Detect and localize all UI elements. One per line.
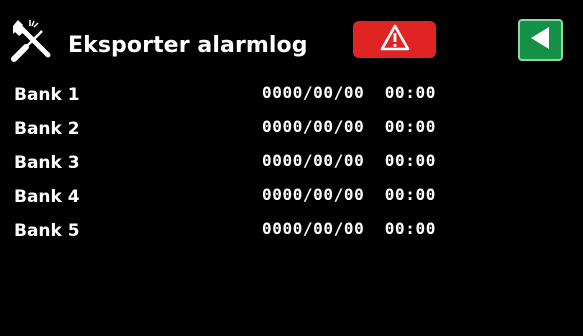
bank-row[interactable]: Bank 2 0000/00/00 00:00 [0,112,583,142]
header-bar: Eksporter alarmlog [0,0,583,74]
bank-label: Bank 5 [14,221,80,241]
bank-row[interactable]: Bank 4 0000/00/00 00:00 [0,180,583,210]
bank-row[interactable]: Bank 1 0000/00/00 00:00 [0,78,583,108]
bank-label: Bank 1 [14,85,80,105]
bank-timestamp: 0000/00/00 00:00 [262,185,436,204]
bank-timestamp: 0000/00/00 00:00 [262,151,436,170]
bank-row[interactable]: Bank 5 0000/00/00 00:00 [0,214,583,244]
back-arrow-icon [528,25,554,55]
bank-timestamp: 0000/00/00 00:00 [262,83,436,102]
bank-label: Bank 3 [14,153,80,173]
bank-label: Bank 4 [14,187,80,207]
bank-label: Bank 2 [14,119,80,139]
warning-triangle-icon [380,24,410,55]
page-title: Eksporter alarmlog [68,33,308,58]
bank-timestamp: 0000/00/00 00:00 [262,219,436,238]
bank-row[interactable]: Bank 3 0000/00/00 00:00 [0,146,583,176]
alarm-button[interactable] [353,21,436,58]
bank-timestamp: 0000/00/00 00:00 [262,117,436,136]
tools-icon [10,17,60,63]
back-button[interactable] [518,19,563,61]
